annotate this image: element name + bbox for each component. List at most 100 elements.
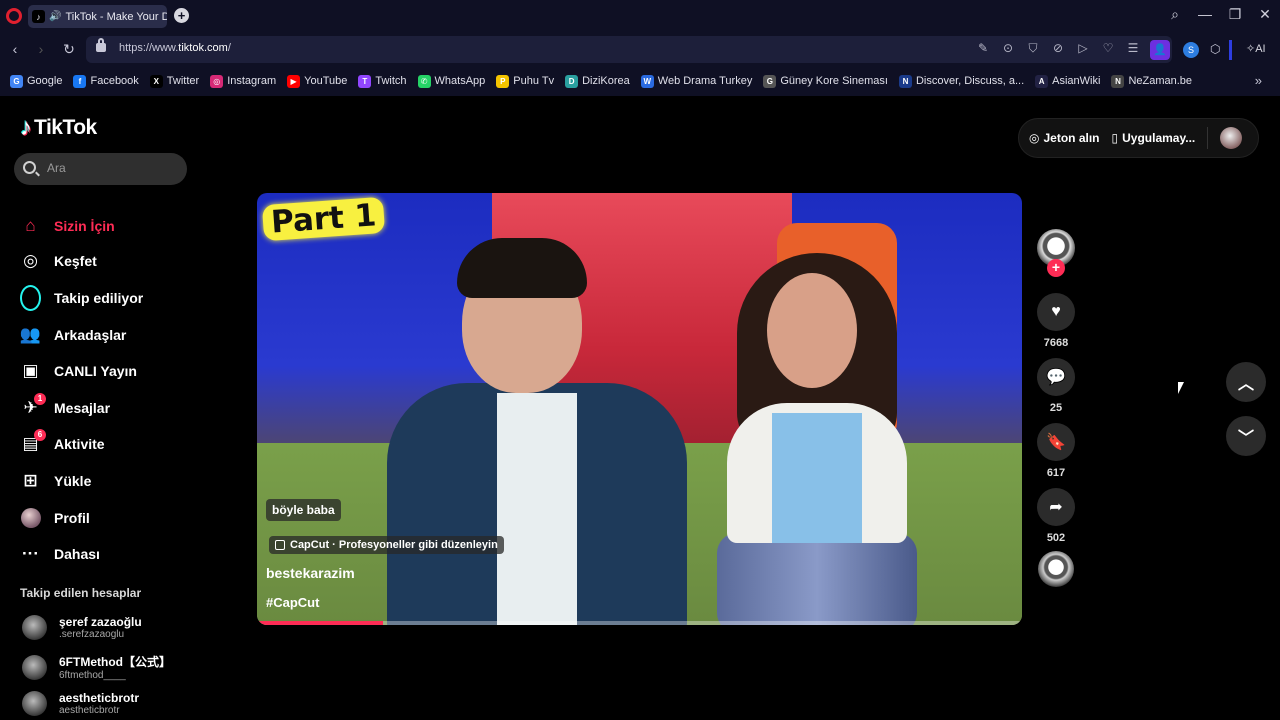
friends-icon: 👥 <box>19 325 42 344</box>
cube-extension-icon[interactable]: ⬡ <box>1210 42 1220 56</box>
bookmark-item[interactable]: X Twitter <box>149 74 199 88</box>
browser-tab-tiktok[interactable]: ♪ 🔊 TikTok - Make Your Da <box>28 5 167 28</box>
tab-title: TikTok - Make Your Da <box>65 10 167 23</box>
bookmark-item[interactable]: N NeZaman.be <box>1111 74 1192 88</box>
tiktok-logo[interactable]: ♪ TikTok <box>20 114 97 142</box>
shield-icon[interactable]: ⛉ <box>1025 41 1041 56</box>
more-bookmarks-icon[interactable]: » <box>1255 73 1262 88</box>
bookmark-item[interactable]: ◎ Instagram <box>210 74 276 88</box>
back-button[interactable]: ‹ <box>7 41 23 57</box>
search-input[interactable] <box>47 161 177 175</box>
bookmark-item[interactable]: P Puhu Tv <box>496 74 554 88</box>
video-progress-bar[interactable] <box>257 621 1022 625</box>
profile-extension-icon[interactable]: 👤 <box>1150 40 1170 60</box>
bookmark-item[interactable]: W Web Drama Turkey <box>640 74 752 88</box>
avatar <box>22 615 47 640</box>
like-button[interactable]: ♥ <box>1037 293 1075 331</box>
shazam-extension-icon[interactable]: S <box>1183 42 1199 58</box>
search-tabs-icon[interactable]: ⌕ <box>1165 6 1185 23</box>
nav-label: Sizin İçin <box>54 218 115 234</box>
next-video-button[interactable]: ﹀ <box>1226 416 1266 456</box>
nav-item[interactable]: ··· Dahası <box>20 542 100 566</box>
speaker-icon[interactable]: 🔊 <box>49 11 61 22</box>
menu-lines-icon[interactable]: ☰ <box>1125 41 1141 55</box>
followed-account[interactable]: 6FTMethod【公式】 6ftmethod____ <box>22 653 171 681</box>
close-window-button[interactable]: ✕ <box>1255 6 1275 23</box>
messages-icon: ✈ 1 <box>20 392 46 419</box>
bookmark-item[interactable]: A AsianWiki <box>1035 74 1100 88</box>
nav-item[interactable]: Profil <box>20 506 90 530</box>
search-icon <box>23 161 36 174</box>
bookmark-favicon-icon: P <box>496 74 510 88</box>
upload-icon: ⊞ <box>23 471 38 490</box>
video-person-woman <box>717 253 917 625</box>
heart-icon: ♥ <box>1051 303 1061 320</box>
bookmark-favicon-icon: N <box>1111 74 1125 88</box>
video-player[interactable]: Part 1 böyle baba CapCut · Profesyonelle… <box>257 193 1022 625</box>
bookmark-item[interactable]: ▶ YouTube <box>287 74 347 88</box>
following-icon <box>20 285 41 311</box>
nav-item[interactable]: ⌂ Sizin İçin <box>20 214 115 238</box>
sound-disc[interactable] <box>1038 551 1074 587</box>
separator-bar <box>1229 40 1232 60</box>
part-overlay-text: Part 1 <box>261 196 386 242</box>
share-button[interactable]: ➦ <box>1037 488 1075 526</box>
video-author[interactable]: bestekarazim <box>266 565 355 581</box>
user-avatar[interactable] <box>1220 127 1243 149</box>
previous-video-button[interactable]: ︿ <box>1226 362 1266 402</box>
play-icon[interactable]: ▷ <box>1075 41 1091 55</box>
new-tab-button[interactable]: + <box>174 8 189 23</box>
nav-item[interactable]: Takip ediliyor <box>20 285 143 311</box>
bookmark-item[interactable]: G Google <box>10 74 63 88</box>
lock-icon[interactable] <box>96 38 106 52</box>
get-app-label: Uygulamay... <box>1122 131 1196 145</box>
video-hashtag[interactable]: #CapCut <box>266 595 319 610</box>
vpn-icon[interactable]: ⊘ <box>1050 41 1066 55</box>
bookmark-item[interactable]: T Twitch <box>358 74 407 88</box>
url-text[interactable]: https://www.tiktok.com/ <box>119 42 231 54</box>
tiktok-page: ♪ TikTok ⌂ Sizin İçin ◎ Keşfet Takip ediliyo… <box>0 96 1280 720</box>
bookmark-item[interactable]: G Güney Kore Sineması <box>763 74 888 88</box>
save-button[interactable]: 🔖 <box>1037 423 1075 461</box>
nav-item[interactable]: 👥 Arkadaşlar <box>20 323 126 347</box>
comment-button[interactable]: 💬 <box>1037 358 1075 396</box>
nav-item[interactable]: ◎ Keşfet <box>20 249 97 273</box>
bookmark-label: WhatsApp <box>434 75 486 87</box>
account-name: şeref zazaoğlu <box>59 615 142 629</box>
follow-button[interactable]: + <box>1047 259 1065 277</box>
opera-menu-icon[interactable] <box>6 8 22 24</box>
header-actions: ◎ Jeton alın ▯ Uygulamay... <box>1018 118 1259 158</box>
get-coins-button[interactable]: ◎ Jeton alın <box>1029 131 1100 145</box>
nav-item[interactable]: ▤ 6 Aktivite <box>20 428 105 456</box>
restore-button[interactable]: ❐ <box>1225 6 1245 23</box>
nav-item[interactable]: ✈ 1 Mesajlar <box>20 392 110 420</box>
reload-button[interactable]: ↻ <box>61 41 77 58</box>
ai-button[interactable]: ✧AI <box>1246 42 1266 55</box>
bookmark-item[interactable]: D DiziKorea <box>565 74 630 88</box>
forward-button[interactable]: › <box>33 41 49 57</box>
followed-account[interactable]: şeref zazaoğlu .serefzazaoglu <box>22 615 142 640</box>
bookmark-item[interactable]: N Discover, Discuss, a... <box>898 74 1024 88</box>
tiktok-note-icon: ♪ <box>20 114 32 141</box>
camera-icon[interactable]: ⊙ <box>1000 41 1016 55</box>
bookmark-label: Google <box>27 75 63 87</box>
heart-bookmark-icon[interactable]: ♡ <box>1100 41 1116 55</box>
followed-account[interactable]: aestheticbrotr aestheticbrotr <box>22 691 139 716</box>
nav-item[interactable]: ⊞ Yükle <box>20 469 91 493</box>
bookmark-favicon-icon: f <box>73 74 87 88</box>
edit-icon[interactable]: ✎ <box>975 41 991 55</box>
nav-item[interactable]: ▣ CANLI Yayın <box>20 359 137 383</box>
capcut-link[interactable]: CapCut · Profesyoneller gibi düzenleyin <box>269 536 504 554</box>
bookmark-item[interactable]: f Facebook <box>73 74 139 88</box>
share-count: 502 <box>1046 532 1066 544</box>
video-tag: böyle baba <box>266 499 341 521</box>
nav-label: CANLI Yayın <box>54 363 137 379</box>
minimize-button[interactable]: — <box>1195 6 1215 22</box>
nav-label: Profil <box>54 510 90 526</box>
comment-icon: 💬 <box>1046 369 1066 386</box>
search-box[interactable] <box>14 153 187 185</box>
bookmark-item[interactable]: ✆ WhatsApp <box>417 74 486 88</box>
comment-count: 25 <box>1049 402 1063 414</box>
get-app-button[interactable]: ▯ Uygulamay... <box>1112 131 1196 145</box>
bookmark-favicon-icon: G <box>10 74 23 88</box>
